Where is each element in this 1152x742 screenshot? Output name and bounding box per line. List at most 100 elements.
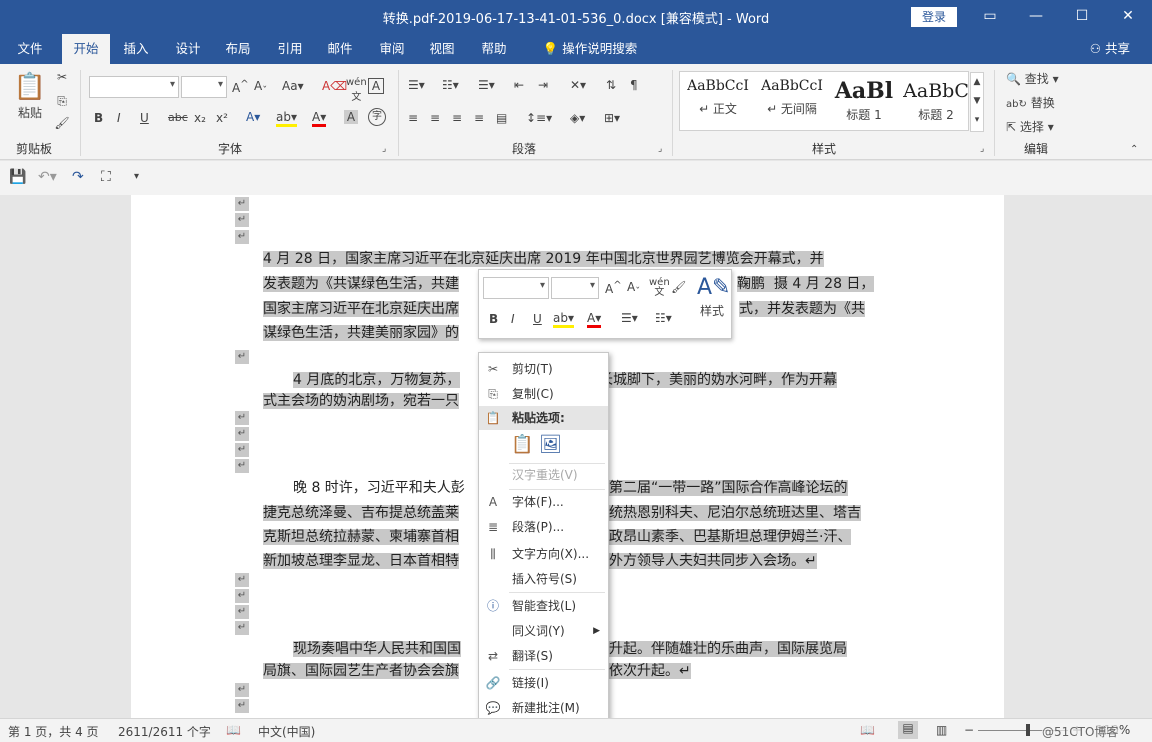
tab-insert[interactable]: 插入: [114, 34, 158, 64]
web-layout-icon[interactable]: ▥: [936, 723, 947, 737]
mini-font-name-combo[interactable]: [483, 277, 549, 299]
minimize-icon[interactable]: —: [1024, 6, 1048, 26]
mini-font-color-icon[interactable]: A▾: [587, 311, 602, 328]
print-layout-icon[interactable]: ▤: [898, 721, 918, 739]
grow-font-icon[interactable]: A^: [232, 79, 249, 95]
text-effects-icon[interactable]: A▾: [246, 110, 260, 124]
underline-button[interactable]: U: [140, 111, 149, 125]
language[interactable]: 中文(中国): [258, 723, 315, 740]
menu-item-smart-lookup[interactable]: ⓘ 智能查找(L): [479, 594, 608, 618]
change-case-icon[interactable]: Aa▾: [282, 79, 304, 93]
distributed-icon[interactable]: ▤: [496, 111, 507, 125]
save-icon[interactable]: 💾: [9, 169, 26, 185]
mini-phonetic-guide-icon[interactable]: wén 文: [649, 278, 670, 298]
select-button[interactable]: ⇱ 选择 ▾: [1006, 118, 1054, 135]
align-left-icon[interactable]: ≡: [408, 111, 418, 125]
phonetic-guide-icon[interactable]: wén 文: [346, 77, 367, 103]
word-count[interactable]: 2611/2611 个字: [118, 723, 211, 740]
bullets-icon[interactable]: ☰▾: [408, 78, 425, 92]
multilevel-list-icon[interactable]: ☰▾: [478, 78, 495, 92]
tell-me-search[interactable]: 💡 操作说明搜索: [530, 34, 650, 64]
style-no-spacing[interactable]: AaBbCcI ↵ 无间隔: [756, 78, 828, 128]
customize-qat-icon[interactable]: ▾: [134, 171, 139, 182]
paste-button[interactable]: 📋 粘贴: [12, 70, 48, 130]
menu-item-copy[interactable]: ⎘ 复制(C): [479, 382, 608, 406]
menu-item-font[interactable]: A 字体(F)...: [479, 490, 608, 514]
mini-highlight-icon[interactable]: ab▾: [553, 311, 574, 328]
mini-italic-button[interactable]: I: [511, 312, 515, 326]
character-border-icon[interactable]: A: [368, 78, 384, 94]
replace-button[interactable]: ab↻ 替换: [1006, 94, 1055, 111]
font-color-icon[interactable]: A▾: [312, 110, 327, 127]
style-heading-1[interactable]: AaBl 标题 1: [828, 78, 900, 128]
ribbon-display-options-icon[interactable]: ▭: [978, 6, 1002, 26]
paste-as-picture-icon[interactable]: 🖼: [539, 434, 562, 455]
line-spacing-icon[interactable]: ↕≡▾: [526, 111, 552, 125]
tab-review[interactable]: 审阅: [370, 34, 414, 64]
zoom-slider-thumb[interactable]: [1026, 724, 1030, 736]
borders-icon[interactable]: ⊞▾: [604, 111, 620, 125]
proofing-icon[interactable]: 📖: [226, 723, 241, 737]
increase-indent-icon[interactable]: ⇥: [538, 78, 548, 92]
menu-item-link[interactable]: 🔗 链接(I): [479, 671, 608, 695]
styles-dialog-launcher-icon[interactable]: ⌟: [980, 144, 984, 154]
maximize-icon[interactable]: ☐: [1070, 6, 1094, 26]
style-heading-2[interactable]: AaBbC 标题 2: [900, 78, 972, 128]
close-icon[interactable]: ✕: [1116, 6, 1140, 26]
show-marks-icon[interactable]: ¶: [630, 78, 638, 92]
shrink-font-icon[interactable]: Aˇ: [254, 79, 267, 96]
mini-bold-button[interactable]: B: [489, 312, 498, 326]
redo-icon[interactable]: ↷: [72, 169, 84, 185]
mini-format-painter-icon[interactable]: 🖌: [671, 280, 686, 294]
cut-icon[interactable]: ✂: [54, 70, 70, 84]
tab-file[interactable]: 文件: [8, 34, 52, 64]
align-center-icon[interactable]: ≡: [430, 111, 440, 125]
mini-numbering-icon[interactable]: ☷▾: [655, 311, 672, 325]
menu-item-paragraph[interactable]: ≣ 段落(P)...: [479, 515, 608, 539]
paste-keep-formatting-icon[interactable]: 📋: [511, 434, 533, 455]
strikethrough-button[interactable]: abc: [168, 111, 188, 124]
clear-formatting-icon[interactable]: A⌫: [322, 79, 347, 93]
login-button[interactable]: 登录: [911, 7, 957, 27]
chinese-layout-icon[interactable]: ✕▾: [570, 78, 586, 92]
character-shading-icon[interactable]: A: [344, 110, 358, 124]
find-button[interactable]: 🔍 查找 ▾: [1006, 70, 1059, 87]
align-right-icon[interactable]: ≡: [452, 111, 462, 125]
undo-icon[interactable]: ↶▾: [38, 169, 57, 185]
tab-home[interactable]: 开始: [62, 34, 110, 64]
paragraph-dialog-launcher-icon[interactable]: ⌟: [658, 144, 662, 154]
read-mode-icon[interactable]: 📖: [860, 723, 875, 737]
page-count[interactable]: 第 1 页，共 4 页: [8, 723, 99, 740]
justify-icon[interactable]: ≡: [474, 111, 484, 125]
bold-button[interactable]: B: [94, 111, 103, 125]
subscript-button[interactable]: x₂: [194, 111, 206, 125]
tab-design[interactable]: 设计: [166, 34, 210, 64]
menu-item-insert-symbol[interactable]: 插入符号(S): [479, 567, 608, 591]
collapse-ribbon-icon[interactable]: ⌃: [1130, 144, 1138, 155]
style-normal[interactable]: AaBbCcI ↵ 正文: [682, 78, 754, 128]
tab-mailings[interactable]: 邮件: [318, 34, 362, 64]
menu-item-translate[interactable]: ⇄ 翻译(S): [479, 644, 608, 668]
tab-references[interactable]: 引用: [268, 34, 312, 64]
sort-icon[interactable]: ⇅: [606, 78, 616, 92]
menu-item-text-direction[interactable]: ⫼ 文字方向(X)...: [479, 542, 608, 566]
tab-layout[interactable]: 布局: [216, 34, 260, 64]
copy-icon[interactable]: ⎘: [54, 94, 70, 109]
enclose-characters-icon[interactable]: 字: [368, 108, 386, 126]
styles-scroll[interactable]: ▲ ▼ ▾: [970, 72, 984, 132]
menu-item-synonyms[interactable]: 同义词(Y) ▶: [479, 619, 608, 643]
mini-underline-button[interactable]: U: [533, 312, 542, 326]
share-button[interactable]: ⚇ 共享: [1090, 34, 1130, 64]
decrease-indent-icon[interactable]: ⇤: [514, 78, 524, 92]
tab-view[interactable]: 视图: [420, 34, 464, 64]
mini-grow-font-icon[interactable]: A^: [605, 280, 622, 296]
mini-bullets-icon[interactable]: ☰▾: [621, 311, 638, 325]
superscript-button[interactable]: x²: [216, 111, 228, 125]
zoom-out-icon[interactable]: −: [964, 723, 974, 737]
menu-item-cut[interactable]: ✂ 剪切(T): [479, 357, 608, 381]
highlight-color-icon[interactable]: ab▾: [276, 110, 297, 127]
format-painter-icon[interactable]: 🖌: [54, 116, 70, 130]
font-size-combo[interactable]: [181, 76, 227, 98]
mini-shrink-font-icon[interactable]: Aˇ: [627, 280, 640, 297]
font-dialog-launcher-icon[interactable]: ⌟: [382, 144, 386, 154]
